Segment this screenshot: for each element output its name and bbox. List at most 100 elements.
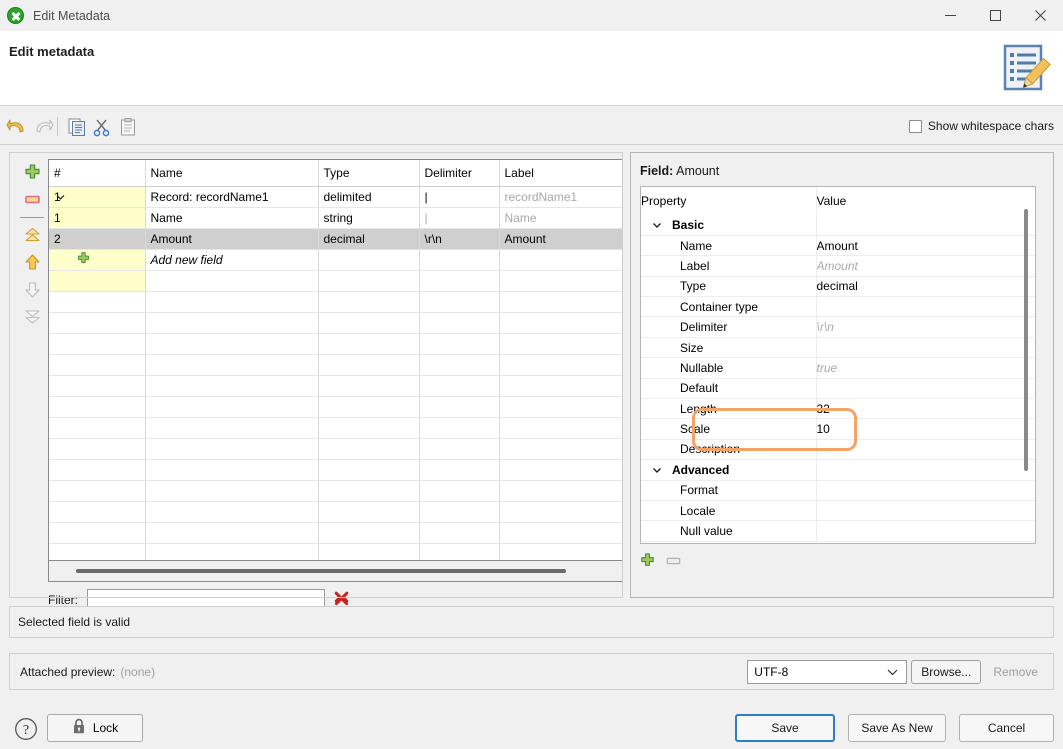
add-row-number-cell[interactable] <box>49 249 145 270</box>
row-label[interactable]: Amount <box>499 228 623 249</box>
show-whitespace-checkbox[interactable]: Show whitespace chars <box>909 119 1054 133</box>
row-number-cell[interactable]: 2 <box>49 228 145 249</box>
property-value[interactable]: 10 <box>816 419 1035 439</box>
property-row[interactable]: Delimiter \r\n <box>641 317 1035 337</box>
column-header-property[interactable]: Property <box>641 187 816 215</box>
property-row-scale[interactable]: Scale 10 <box>641 419 1035 439</box>
lock-label: Lock <box>93 721 118 735</box>
property-row[interactable]: Description <box>641 439 1035 459</box>
column-header-label[interactable]: Label <box>499 160 623 186</box>
property-row[interactable]: Default <box>641 378 1035 398</box>
property-value[interactable]: Amount <box>816 256 1035 276</box>
row-number-cell[interactable]: 1 <box>49 207 145 228</box>
add-property-button[interactable] <box>640 553 655 571</box>
row-name[interactable]: Amount <box>145 228 318 249</box>
encoding-select[interactable]: UTF-8 <box>747 660 907 684</box>
property-value[interactable]: decimal <box>816 276 1035 296</box>
property-value[interactable] <box>816 480 1035 500</box>
empty-row <box>49 438 623 459</box>
row-type[interactable]: string <box>318 207 419 228</box>
paste-icon[interactable] <box>115 114 141 139</box>
column-header-num[interactable]: # <box>49 160 145 186</box>
cancel-button[interactable]: Cancel <box>959 714 1054 742</box>
table-row[interactable]: 1 Name string | Name <box>49 207 623 228</box>
row-delimiter[interactable]: \r\n <box>419 228 499 249</box>
column-header-value[interactable]: Value <box>816 187 1035 215</box>
move-up-button[interactable] <box>17 249 47 276</box>
property-group-value <box>816 460 1035 480</box>
row-name[interactable]: Record: recordName1 <box>145 186 318 207</box>
maximize-icon[interactable] <box>973 0 1018 31</box>
close-icon[interactable] <box>1018 0 1063 31</box>
property-row[interactable]: Size <box>641 337 1035 357</box>
add-new-field-row[interactable]: Add new field <box>49 249 623 270</box>
property-row[interactable]: Format <box>641 480 1035 500</box>
add-field-button[interactable] <box>17 159 47 186</box>
row-name[interactable]: Name <box>145 207 318 228</box>
property-value[interactable]: \r\n <box>816 317 1035 337</box>
property-value[interactable] <box>816 337 1035 357</box>
property-value[interactable] <box>816 378 1035 398</box>
lock-button[interactable]: Lock <box>47 714 143 742</box>
minimize-icon[interactable] <box>928 0 973 31</box>
row-delimiter[interactable]: | <box>419 207 499 228</box>
column-header-type[interactable]: Type <box>318 160 419 186</box>
property-value[interactable] <box>816 500 1035 520</box>
dialog-footer-buttons: Save Save As New Cancel <box>735 714 1054 742</box>
add-new-field-label[interactable]: Add new field <box>145 249 318 270</box>
row-label[interactable]: recordName1 <box>499 186 623 207</box>
property-row[interactable]: Nullable true <box>641 358 1035 378</box>
property-group-basic[interactable]: Basic <box>641 215 816 235</box>
table-row[interactable]: 2 Amount decimal \r\n Amount <box>49 228 623 249</box>
property-row[interactable]: Container type <box>641 297 1035 317</box>
fields-table-hscrollbar[interactable] <box>48 561 623 582</box>
add-row-type <box>318 249 419 270</box>
row-delimiter[interactable]: | <box>419 186 499 207</box>
column-header-name[interactable]: Name <box>145 160 318 186</box>
save-as-new-button[interactable]: Save As New <box>848 714 946 742</box>
chevron-down-icon <box>887 665 898 679</box>
chevron-down-icon <box>652 220 662 230</box>
property-row-length[interactable]: Length 32 <box>641 399 1035 419</box>
remove-field-button[interactable] <box>17 186 47 213</box>
fields-panel: # Name Type Delimiter Label 1 Record: re… <box>9 152 623 598</box>
property-value[interactable]: Amount <box>816 235 1035 255</box>
cut-icon[interactable] <box>89 114 115 139</box>
property-value[interactable] <box>816 521 1035 541</box>
row-type[interactable]: delimited <box>318 186 419 207</box>
row-label[interactable]: Name <box>499 207 623 228</box>
property-group-row[interactable]: Basic <box>641 215 1035 235</box>
button-separator <box>20 217 44 218</box>
undo-icon[interactable] <box>4 114 30 139</box>
property-row[interactable]: Name Amount <box>641 235 1035 255</box>
property-row[interactable]: Type decimal <box>641 276 1035 296</box>
save-button[interactable]: Save <box>735 714 835 742</box>
property-action-buttons <box>640 553 681 571</box>
property-label: Default <box>641 378 816 398</box>
move-to-top-button[interactable] <box>17 222 47 249</box>
checkbox-box[interactable] <box>909 120 922 133</box>
property-group-row[interactable]: Advanced <box>641 460 1035 480</box>
property-row[interactable]: Label Amount <box>641 256 1035 276</box>
help-icon[interactable]: ? <box>14 717 38 744</box>
empty-row <box>49 333 623 354</box>
property-row[interactable]: Null value <box>641 521 1035 541</box>
property-row[interactable]: Locale <box>641 500 1035 520</box>
property-value[interactable] <box>816 297 1035 317</box>
copy-icon[interactable] <box>64 114 90 139</box>
row-number-cell[interactable]: 1 <box>49 186 145 207</box>
property-value[interactable] <box>816 439 1035 459</box>
property-group-advanced[interactable]: Advanced <box>641 460 816 480</box>
status-bar: Selected field is valid <box>9 606 1054 638</box>
properties-table-container[interactable]: Property Value Basic Name Amount <box>640 186 1036 544</box>
property-value[interactable]: 32 <box>816 399 1035 419</box>
column-header-delimiter[interactable]: Delimiter <box>419 160 499 186</box>
browse-button[interactable]: Browse... <box>911 660 981 684</box>
hscrollbar-thumb[interactable] <box>76 569 566 573</box>
table-row[interactable]: 1 Record: recordName1 delimited | record… <box>49 186 623 207</box>
property-value[interactable]: true <box>816 358 1035 378</box>
row-type[interactable]: decimal <box>318 228 419 249</box>
empty-row <box>49 522 623 543</box>
fields-table-container[interactable]: # Name Type Delimiter Label 1 Record: re… <box>48 159 623 561</box>
properties-vscrollbar-thumb[interactable] <box>1024 209 1028 471</box>
